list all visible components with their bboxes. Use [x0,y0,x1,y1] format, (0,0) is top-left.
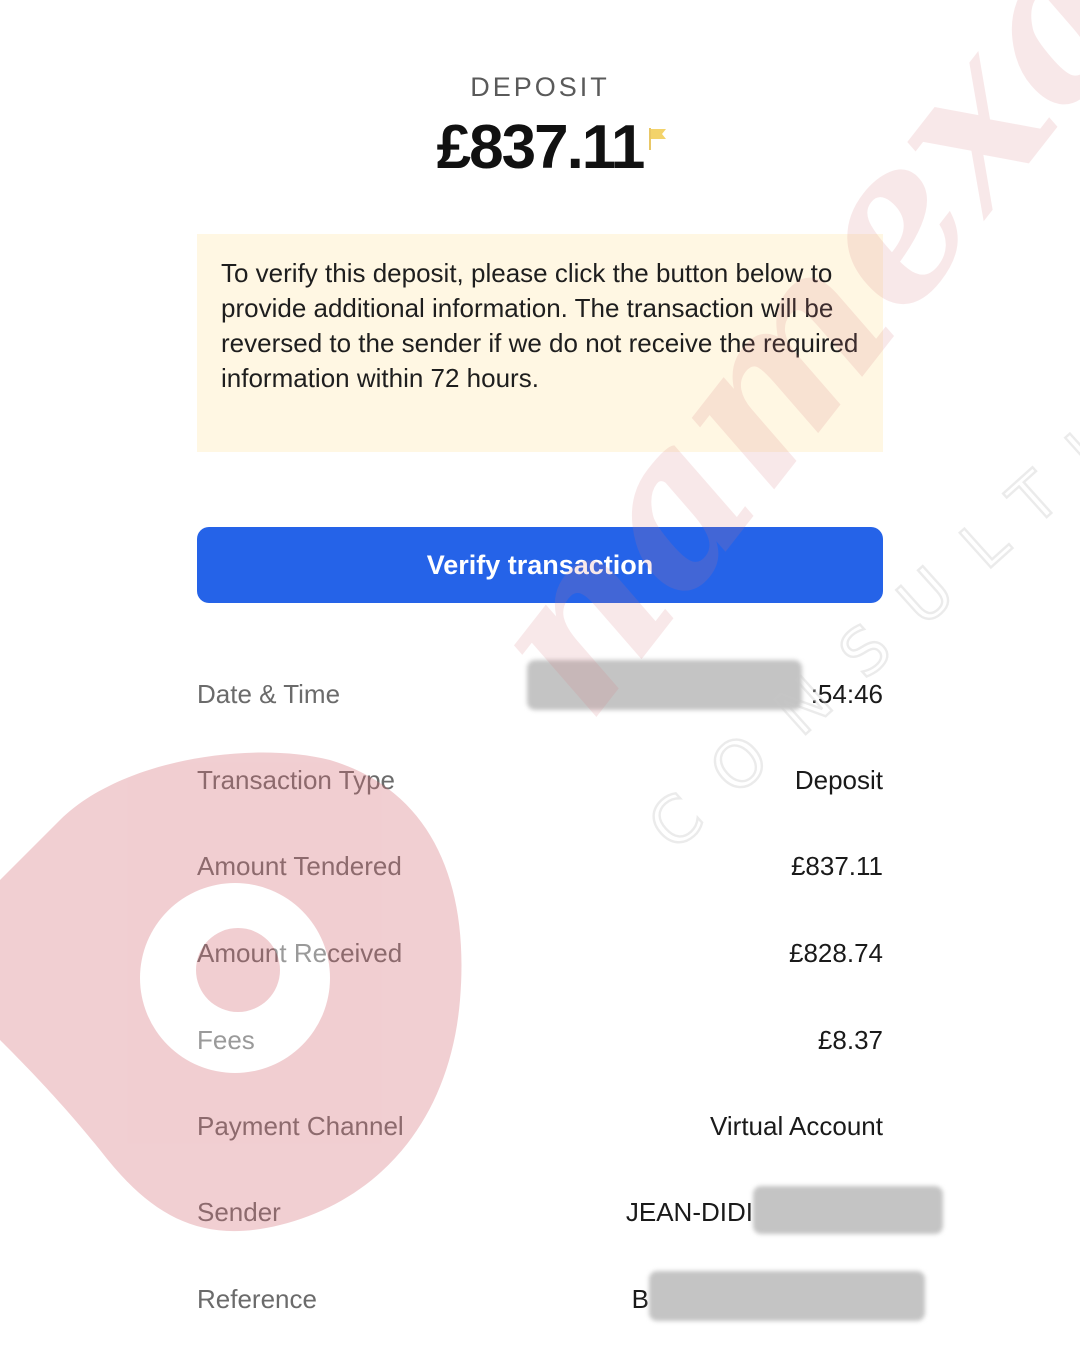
deposit-amount: £837.11 [436,112,667,183]
fees-value: £8.37 [817,1025,883,1055]
detail-row-sender: Sender JEAN-DIDI [197,1186,943,1234]
payment-channel-value: Virtual Account [710,1111,883,1141]
date-time-label: Date & Time [197,679,341,709]
detail-row-fees: Fees £8.37 [197,1018,883,1062]
detail-row-amount-tendered: Amount Tendered £837.11 [197,844,883,888]
detail-row-payment-channel: Payment Channel Virtual Account [197,1104,883,1148]
payment-channel-label: Payment Channel [197,1111,404,1141]
amount-tendered-label: Amount Tendered [197,851,402,881]
detail-row-reference: Reference B [197,1271,925,1321]
verification-notice: To verify this deposit, please click the… [197,234,883,452]
detail-row-date-time: Date & Time :54:46 [197,660,883,716]
transaction-type-value: Deposit [794,765,883,795]
amount-header: £837.11 [0,112,1080,183]
deposit-detail-page: DEPOSIT £837.11 To verify this deposit, … [0,0,1080,1350]
amount-tendered-value: £837.11 [790,851,883,881]
amount-received-value: £828.74 [789,938,883,968]
sender-label: Sender [197,1197,281,1227]
flag-icon [649,128,667,150]
date-time-value: :54:46 [810,679,883,709]
fees-label: Fees [197,1025,255,1055]
verify-transaction-button[interactable]: Verify transaction [197,527,883,603]
transaction-type-heading: DEPOSIT [470,72,610,102]
redacted-date-blur [527,660,802,710]
verification-notice-text: To verify this deposit, please click the… [221,258,859,393]
sender-value: JEAN-DIDI [625,1197,753,1227]
amount-received-label: Amount Received [197,938,403,968]
detail-row-amount-received: Amount Received £828.74 [197,931,883,975]
reference-label: Reference [197,1284,317,1314]
transaction-type-label: Transaction Type [197,765,395,795]
detail-row-transaction-type: Transaction Type Deposit [197,758,883,802]
redacted-sender-blur [753,1186,943,1234]
redacted-reference-blur [649,1271,925,1321]
reference-value: B [631,1284,649,1314]
deposit-amount-value: £837.11 [436,113,646,182]
watermark-logo-icon [0,752,462,1232]
